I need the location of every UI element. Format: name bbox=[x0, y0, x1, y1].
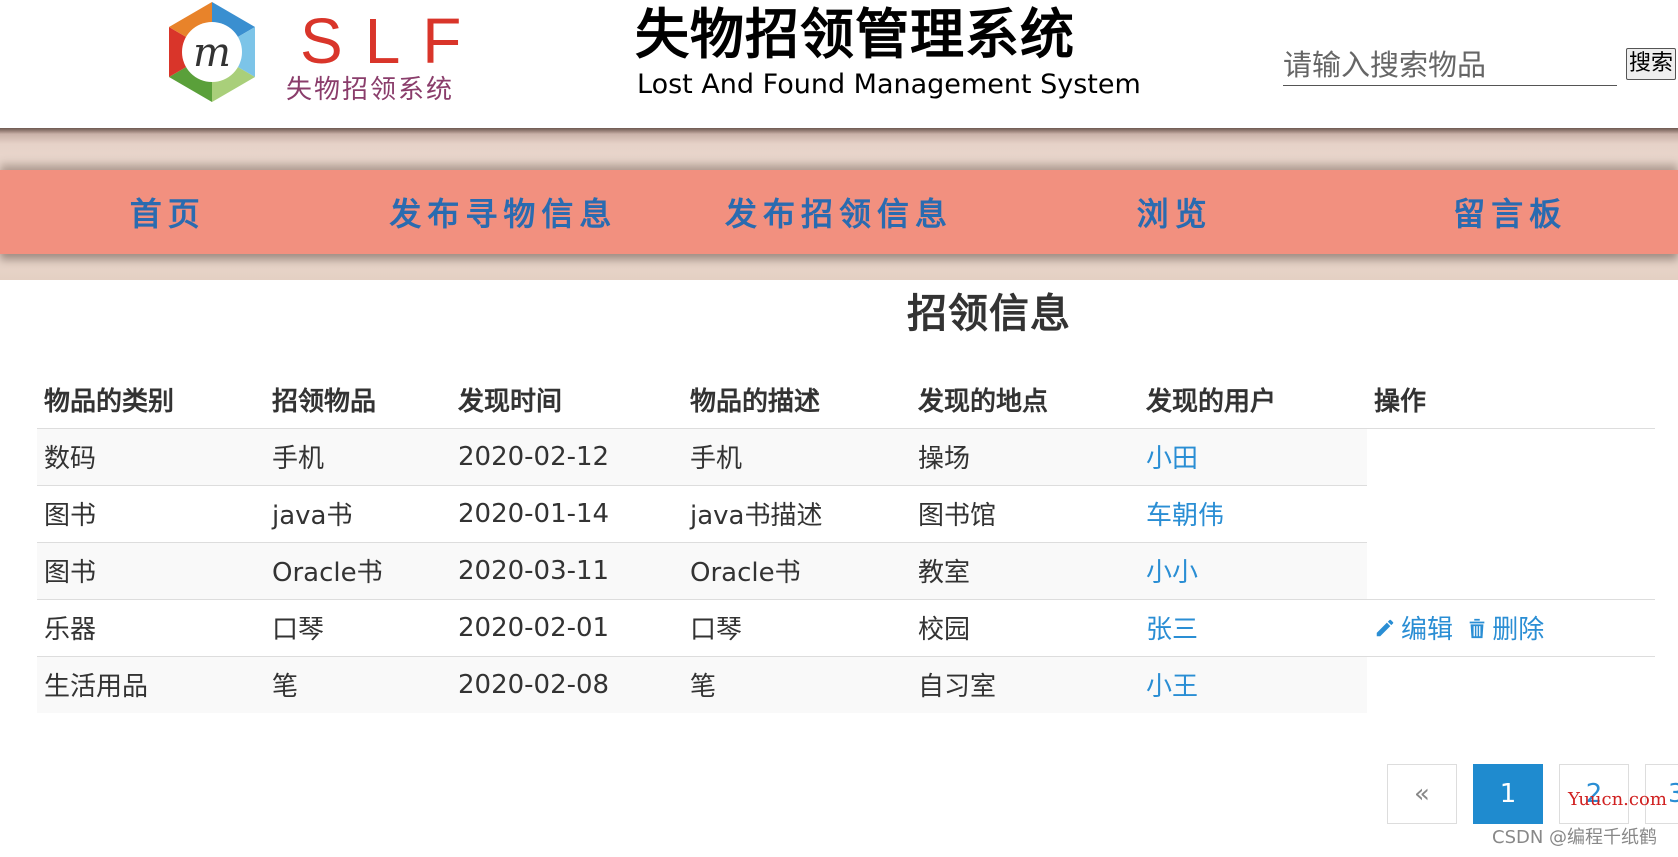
svg-text:m: m bbox=[193, 30, 231, 76]
nav-item-home[interactable]: 首页 bbox=[0, 170, 336, 254]
site-logo[interactable]: m SLF 失物招领系统 bbox=[160, 0, 461, 112]
cell-user: 小田 bbox=[1139, 427, 1367, 485]
table-row: 图书 Oracle书 2020-03-11 Oracle书 教室 小小 bbox=[37, 541, 1655, 599]
cell-location: 教室 bbox=[911, 541, 1139, 599]
column-header-item: 招领物品 bbox=[265, 372, 451, 429]
cell-location: 操场 bbox=[911, 427, 1139, 485]
cell-item: 笔 bbox=[265, 655, 451, 713]
logo-subtitle: 失物招领系统 bbox=[286, 75, 455, 105]
cell-category: 图书 bbox=[37, 541, 265, 599]
cell-user: 小小 bbox=[1139, 541, 1367, 599]
cell-description: 手机 bbox=[683, 427, 911, 485]
site-subtitle: Lost And Found Management System bbox=[637, 69, 1141, 100]
cell-actions: 编辑 删除 bbox=[1367, 598, 1655, 656]
cell-category: 生活用品 bbox=[37, 655, 265, 713]
cell-actions-empty bbox=[1367, 427, 1655, 485]
search-button[interactable]: 搜索 bbox=[1626, 48, 1676, 80]
found-items-table: 物品的类别 招领物品 发现时间 物品的描述 发现的地点 发现的用户 操作 数码 … bbox=[37, 372, 1655, 713]
column-header-location: 发现的地点 bbox=[911, 372, 1139, 429]
cell-actions-empty bbox=[1367, 655, 1655, 713]
column-header-date: 发现时间 bbox=[451, 372, 683, 429]
table-row: 数码 手机 2020-02-12 手机 操场 小田 bbox=[37, 427, 1655, 485]
edit-button[interactable]: 编辑 bbox=[1374, 609, 1453, 646]
nav-item-post-found[interactable]: 发布招领信息 bbox=[671, 170, 1007, 254]
csdn-watermark: CSDN @编程千纸鹤 bbox=[1492, 827, 1658, 848]
user-link[interactable]: 车朝伟 bbox=[1146, 501, 1224, 531]
user-link[interactable]: 张三 bbox=[1146, 615, 1198, 645]
pencil-icon bbox=[1376, 619, 1394, 636]
cell-location: 校园 bbox=[911, 598, 1139, 656]
cell-date: 2020-01-14 bbox=[451, 484, 683, 542]
logo-aperture-icon: m bbox=[169, 2, 255, 102]
cell-actions-empty bbox=[1367, 485, 1655, 542]
cell-description: Oracle书 bbox=[683, 541, 911, 599]
table-row: 图书 java书 2020-01-14 java书描述 图书馆 车朝伟 bbox=[37, 484, 1655, 542]
logo-brand-text: SLF bbox=[300, 5, 484, 77]
nav-band-shadow bbox=[0, 128, 1678, 134]
delete-button[interactable]: 删除 bbox=[1467, 609, 1544, 646]
table-row: 生活用品 笔 2020-02-08 笔 自习室 小王 bbox=[37, 655, 1655, 713]
cell-user: 张三 bbox=[1139, 598, 1367, 656]
user-link[interactable]: 小王 bbox=[1146, 672, 1198, 702]
cell-category: 图书 bbox=[37, 484, 265, 542]
cell-date: 2020-02-12 bbox=[451, 427, 683, 485]
cell-user: 小王 bbox=[1139, 655, 1367, 713]
column-header-user: 发现的用户 bbox=[1139, 372, 1367, 429]
cell-item: Oracle书 bbox=[265, 541, 451, 599]
cell-item: java书 bbox=[265, 484, 451, 542]
delete-label: 删除 bbox=[1492, 615, 1545, 645]
header: m SLF 失物招领系统 失物招领管理系统 Lost And Found Man… bbox=[0, 0, 1678, 128]
cell-location: 自习室 bbox=[911, 655, 1139, 713]
user-link[interactable]: 小田 bbox=[1146, 444, 1198, 474]
main-navbar: 首页 发布寻物信息 发布招领信息 浏览 留言板 bbox=[0, 170, 1678, 254]
trash-icon bbox=[1469, 618, 1485, 638]
user-link[interactable]: 小小 bbox=[1146, 558, 1198, 588]
cell-actions-empty bbox=[1367, 542, 1655, 599]
cell-item: 手机 bbox=[265, 427, 451, 485]
edit-label: 编辑 bbox=[1401, 615, 1454, 645]
cell-user: 车朝伟 bbox=[1139, 484, 1367, 542]
cell-description: 笔 bbox=[683, 655, 911, 713]
cell-description: 口琴 bbox=[683, 598, 911, 656]
table-row: 乐器 口琴 2020-02-01 口琴 校园 张三 编辑 删除 bbox=[37, 598, 1655, 656]
column-header-category: 物品的类别 bbox=[37, 372, 265, 429]
site-watermark: Yuucn.com bbox=[1568, 789, 1667, 810]
column-header-description: 物品的描述 bbox=[683, 372, 911, 429]
cell-date: 2020-02-08 bbox=[451, 655, 683, 713]
section-title: 招领信息 bbox=[907, 291, 1071, 337]
nav-item-browse[interactable]: 浏览 bbox=[1007, 170, 1343, 254]
cell-description: java书描述 bbox=[683, 484, 911, 542]
cell-date: 2020-02-01 bbox=[451, 598, 683, 656]
cell-category: 数码 bbox=[37, 427, 265, 485]
cell-date: 2020-03-11 bbox=[451, 541, 683, 599]
nav-item-post-lost[interactable]: 发布寻物信息 bbox=[336, 170, 672, 254]
column-header-actions: 操作 bbox=[1367, 372, 1655, 429]
site-title: 失物招领管理系统 bbox=[635, 3, 1075, 66]
search-input[interactable] bbox=[1283, 44, 1617, 86]
nav-item-message-board[interactable]: 留言板 bbox=[1342, 170, 1678, 254]
pagination-page-1[interactable]: 1 bbox=[1473, 764, 1543, 824]
cell-location: 图书馆 bbox=[911, 484, 1139, 542]
cell-category: 乐器 bbox=[37, 598, 265, 656]
pagination-prev-button[interactable]: « bbox=[1387, 764, 1457, 824]
cell-item: 口琴 bbox=[265, 598, 451, 656]
table-header-row: 物品的类别 招领物品 发现时间 物品的描述 发现的地点 发现的用户 操作 bbox=[37, 372, 1655, 429]
